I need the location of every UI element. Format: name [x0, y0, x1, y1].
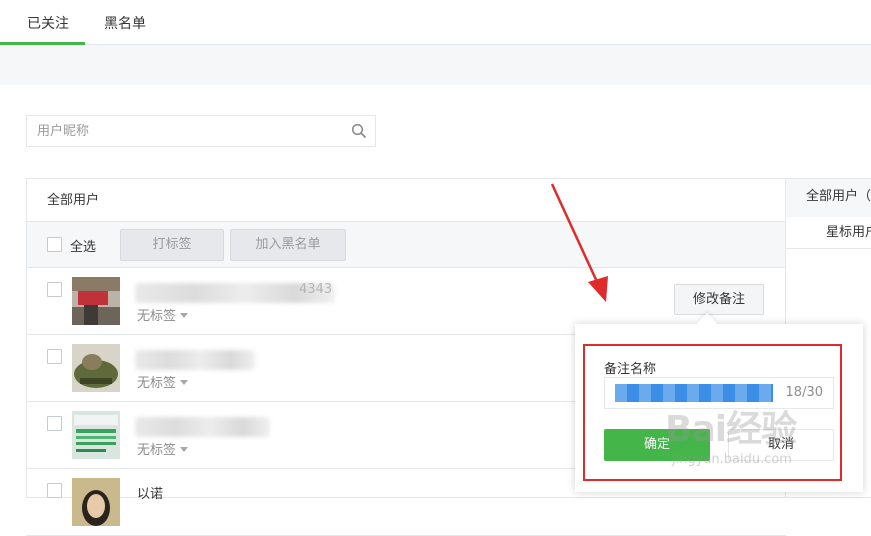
watermark-logo: Bai经验	[665, 409, 797, 450]
blacklist-button[interactable]: 加入黑名单	[230, 229, 346, 261]
blurred-name	[135, 417, 270, 437]
caret-down-icon	[180, 380, 189, 385]
caret-down-icon	[180, 313, 189, 318]
tag-dropdown[interactable]: 无标签	[137, 439, 189, 458]
tag-label: 无标签	[137, 376, 177, 391]
select-all-label: 全选	[70, 240, 97, 255]
caret-down-icon	[180, 447, 189, 452]
search-icon[interactable]	[351, 123, 367, 139]
list-toolbar: 全选 打标签 加入黑名单	[27, 222, 786, 268]
sidebar-item-starred[interactable]: 星标用户	[786, 217, 871, 249]
watermark-url: jingyan.baidu.com	[672, 452, 792, 467]
edit-remark-button[interactable]: 修改备注	[674, 284, 764, 315]
tag-button[interactable]: 打标签	[120, 229, 224, 261]
avatar	[72, 478, 120, 526]
select-all-checkbox[interactable]	[47, 237, 62, 252]
tag-label: 无标签	[137, 309, 177, 324]
blurred-name	[135, 350, 255, 370]
user-name: 以诺	[137, 487, 164, 502]
row-checkbox[interactable]	[47, 349, 62, 364]
avatar	[72, 277, 120, 325]
tag-dropdown[interactable]: 无标签	[137, 372, 189, 391]
row-checkbox[interactable]	[47, 483, 62, 498]
row-checkbox[interactable]	[47, 282, 62, 297]
panel-title: 全部用户	[27, 179, 786, 222]
user-name: 4343	[299, 282, 333, 297]
search-input[interactable]	[27, 116, 337, 146]
row-checkbox[interactable]	[47, 416, 62, 431]
tab-bar: 已关注 黑名单	[0, 0, 871, 45]
tab-following[interactable]: 已关注	[27, 13, 69, 33]
avatar	[72, 411, 120, 459]
tab-blacklist[interactable]: 黑名单	[104, 13, 146, 33]
tag-label: 无标签	[137, 443, 177, 458]
tag-dropdown[interactable]: 无标签	[137, 305, 189, 324]
avatar	[72, 344, 120, 392]
header-band	[0, 45, 871, 85]
sidebar-item-all-users[interactable]: 全部用户（	[786, 179, 871, 217]
search-box	[26, 115, 376, 147]
